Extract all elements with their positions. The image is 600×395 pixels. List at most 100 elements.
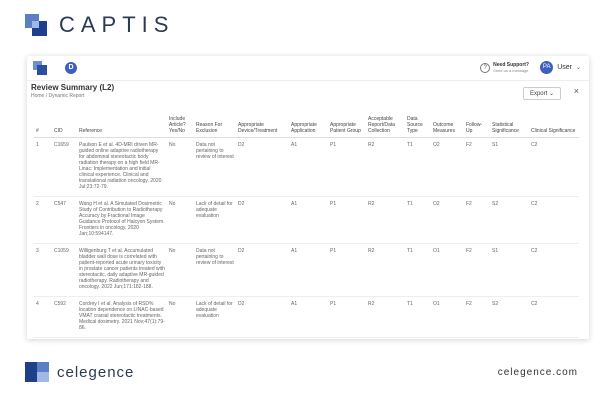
table-cell: O1	[431, 243, 464, 297]
table-cell: 1	[34, 137, 52, 197]
user-label: User	[557, 64, 572, 71]
table-cell: D2	[236, 137, 289, 197]
table-cell: 3	[34, 243, 52, 297]
column-header: Clinical Significance	[529, 115, 579, 138]
table-cell: T1	[405, 137, 431, 197]
table-cell: F2	[464, 137, 490, 197]
table-cell: S2	[490, 296, 529, 338]
table-cell: C1059	[52, 243, 77, 297]
captis-brand: CAPTIS	[25, 12, 174, 38]
column-header: Follow-Up	[464, 115, 490, 138]
close-icon[interactable]: ×	[574, 86, 579, 96]
column-header: Appropriate Device/Treatment	[236, 115, 289, 138]
column-header: Acceptable Report/Data Collection	[366, 115, 405, 138]
column-header: Outcome Measures	[431, 115, 464, 138]
table-cell: C2	[529, 137, 579, 197]
chevron-down-icon: ⌄	[548, 91, 554, 97]
table-cell: Data not pertaining to review of interes…	[194, 137, 236, 197]
table-cell: No	[167, 296, 194, 338]
column-header: Appropriate Patient Group	[328, 115, 366, 138]
export-button[interactable]: Export ⌄	[522, 87, 561, 100]
breadcrumb[interactable]: Home / Dynamic Report	[31, 93, 583, 99]
table-row[interactable]: 4 C592 Cordrey I et al. Analysis of RSD%…	[34, 296, 579, 338]
table-cell: T1	[405, 296, 431, 338]
column-header: Appropriate Application	[289, 115, 328, 138]
table-cell: D2	[236, 196, 289, 244]
captis-logo-icon	[25, 14, 47, 36]
help-icon: ?	[480, 62, 491, 73]
table-cell: 2	[34, 196, 52, 244]
table-cell: Paulson E et al. 4D-MRI driven MR-guided…	[77, 137, 167, 197]
support-subtitle: Send us a message	[493, 68, 529, 73]
table-cell: O2	[431, 196, 464, 244]
table-cell: R2	[366, 243, 405, 297]
table-cell: R2	[366, 296, 405, 338]
app-logo-icon[interactable]	[33, 61, 47, 75]
chevron-down-icon: ⌄	[575, 65, 581, 71]
table-cell: F2	[464, 296, 490, 338]
table-cell: C547	[52, 196, 77, 244]
page-title: Review Summary (L2)	[31, 83, 115, 92]
table-cell: P1	[328, 196, 366, 244]
table-cell: O2	[431, 137, 464, 197]
column-header: CID	[52, 115, 77, 138]
table-cell: S1	[490, 137, 529, 197]
table-cell: R2	[366, 137, 405, 197]
table-cell: A1	[289, 296, 328, 338]
review-summary-table: # CID Reference Include Article? Yes/No …	[34, 115, 579, 338]
table-cell: R2	[366, 196, 405, 244]
website-text: celegence.com	[497, 367, 578, 378]
table-cell: C592	[52, 296, 77, 338]
celegence-logo-icon	[25, 362, 49, 382]
column-header: Reference	[77, 115, 167, 138]
page-header: Review Summary (L2) Home / Dynamic Repor…	[27, 81, 589, 103]
table-cell: C1659	[52, 137, 77, 197]
table-cell: Cordrey I et al. Analysis of RSD% locati…	[77, 296, 167, 338]
table-row[interactable]: 2 C547 Wang H et al. A Simulated Dosimet…	[34, 196, 579, 244]
table-cell: A1	[289, 196, 328, 244]
table-cell: Wang H et al. A Simulated Dosimetric Stu…	[77, 196, 167, 244]
column-header: #	[34, 115, 52, 138]
table-cell: S2	[490, 196, 529, 244]
table-cell: C2	[529, 243, 579, 297]
table-header-row: # CID Reference Include Article? Yes/No …	[34, 115, 579, 138]
table-cell: D2	[236, 243, 289, 297]
column-header: Statistical Significance	[490, 115, 529, 138]
table-cell: A1	[289, 243, 328, 297]
celegence-wordmark: celegence	[57, 363, 135, 381]
column-header: Data Source Type	[405, 115, 431, 138]
table-cell: S1	[490, 243, 529, 297]
table-cell: P1	[328, 296, 366, 338]
nav-d-button[interactable]: D	[65, 62, 77, 74]
table-cell: P1	[328, 243, 366, 297]
table-cell: A1	[289, 137, 328, 197]
table-cell: T1	[405, 196, 431, 244]
export-label: Export	[529, 91, 548, 97]
top-navbar: D ? Need Support? Send us a message PA U…	[27, 56, 589, 81]
column-header: Reason For Exclusion	[194, 115, 236, 138]
table-cell: C2	[529, 296, 579, 338]
table-cell: No	[167, 137, 194, 197]
table-cell: T1	[405, 243, 431, 297]
table-cell: Willigenburg T et al. Accumulated bladde…	[77, 243, 167, 297]
table-cell: F2	[464, 196, 490, 244]
table-cell: C2	[529, 196, 579, 244]
table-row[interactable]: 1 C1659 Paulson E et al. 4D-MRI driven M…	[34, 137, 579, 197]
support-link[interactable]: ? Need Support? Send us a message	[480, 62, 529, 73]
celegence-brand: celegence	[25, 362, 134, 382]
captis-wordmark: CAPTIS	[59, 12, 175, 37]
table-cell: Data not pertaining to review of interes…	[194, 243, 236, 297]
table-row[interactable]: 3 C1059 Willigenburg T et al. Accumulate…	[34, 243, 579, 297]
table-cell: D2	[236, 296, 289, 338]
app-window: D ? Need Support? Send us a message PA U…	[27, 56, 589, 339]
table-cell: Lack of detail for adequate evaluation	[194, 296, 236, 338]
table-cell: No	[167, 243, 194, 297]
table-cell: F2	[464, 243, 490, 297]
column-header: Include Article? Yes/No	[167, 115, 194, 138]
avatar: PA	[540, 61, 554, 74]
table-cell: Lack of detail for adequate evaluation	[194, 196, 236, 244]
table-cell: P1	[328, 137, 366, 197]
table-cell: 4	[34, 296, 52, 338]
user-menu[interactable]: PA User ⌄	[540, 61, 581, 74]
table-cell: O1	[431, 296, 464, 338]
